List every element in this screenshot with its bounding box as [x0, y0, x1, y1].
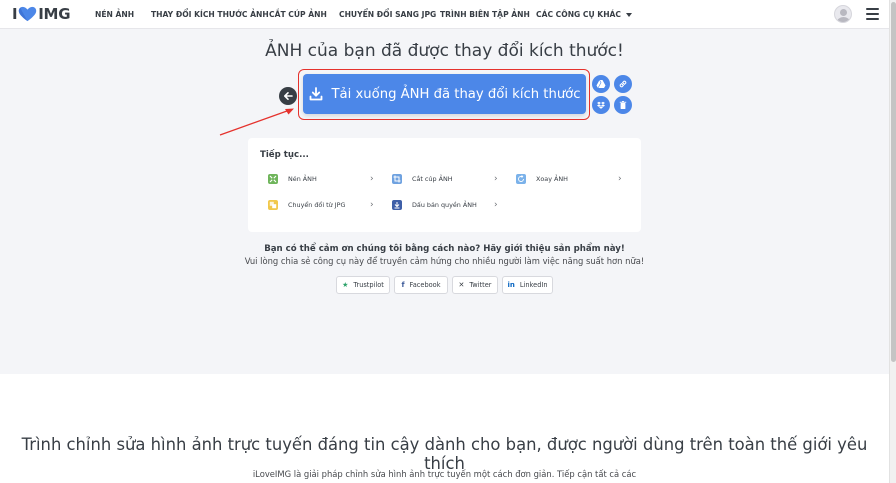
tool-compress[interactable]: Nén ẢNH ›	[268, 171, 378, 187]
iloveimg-logo[interactable]: I IMG	[12, 5, 71, 23]
tool-watermark[interactable]: Dấu bản quyền ẢNH ›	[392, 197, 502, 213]
nav-photo-editor[interactable]: TRÌNH BIÊN TẬP ẢNH	[440, 0, 530, 29]
back-button[interactable]	[279, 87, 297, 105]
scrollbar-thumb[interactable]	[891, 2, 896, 362]
copy-link-button[interactable]	[614, 75, 632, 93]
link-icon	[619, 80, 627, 88]
facebook-icon: f	[401, 281, 405, 289]
page-scrollbar[interactable]	[889, 0, 896, 483]
google-drive-icon	[596, 79, 606, 89]
download-button[interactable]: Tải xuống ẢNH đã thay đổi kích thước	[303, 74, 586, 114]
download-label: Tải xuống ẢNH đã thay đổi kích thước	[331, 86, 581, 102]
nav-more-tools[interactable]: CÁC CÔNG CỤ KHÁC	[536, 0, 632, 29]
delete-button[interactable]	[614, 96, 632, 114]
page-title: ẢNH của bạn đã được thay đổi kích thước!	[265, 41, 624, 61]
trustpilot-star-icon: ★	[342, 281, 349, 289]
trash-icon	[619, 101, 627, 109]
continue-card: Tiếp tục... Nén ẢNH › Cắt cúp ẢNH › Xoay…	[248, 138, 641, 232]
tool-crop[interactable]: Cắt cúp ẢNH ›	[392, 171, 502, 187]
chevron-right-icon: ›	[370, 200, 374, 210]
chevron-right-icon: ›	[494, 200, 498, 210]
rotate-icon	[516, 174, 526, 184]
heart-logo-icon	[19, 6, 37, 22]
crop-icon	[392, 174, 402, 184]
logo-text-right: IMG	[38, 5, 71, 23]
convert-from-jpg-icon	[268, 200, 278, 210]
lower-text: iLoveIMG là giải pháp chỉnh sửa hình ảnh…	[252, 469, 637, 479]
nav-resize[interactable]: THAY ĐỔI KÍCH THƯỚC ẢNH	[151, 0, 269, 29]
continue-title: Tiếp tục...	[260, 150, 309, 160]
lower-title: Trình chỉnh sửa hình ảnh trực tuyến đáng…	[21, 435, 868, 473]
tool-rotate[interactable]: Xoay ẢNH ›	[516, 171, 626, 187]
twitter-button[interactable]: ✕ Twitter	[452, 276, 498, 294]
trustpilot-button[interactable]: ★ Trustpilot	[336, 276, 390, 294]
linkedin-icon: in	[507, 281, 515, 289]
x-twitter-icon: ✕	[458, 281, 465, 289]
top-header: I IMG NÉN ẢNH THAY ĐỔI KÍCH THƯỚC ẢNH CẮ…	[0, 0, 889, 29]
chevron-right-icon: ›	[370, 174, 374, 184]
share-question: Bạn có thể cảm ơn chúng tôi bằng cách nà…	[264, 244, 625, 254]
watermark-icon	[392, 200, 402, 210]
user-avatar-icon[interactable]	[834, 5, 852, 23]
facebook-button[interactable]: f Facebook	[394, 276, 448, 294]
nav-crop[interactable]: CẮT CÚP ẢNH	[269, 0, 327, 29]
save-to-drive-button[interactable]	[592, 75, 610, 93]
share-subtitle: Vui lòng chia sẻ công cụ này để truyền c…	[244, 256, 645, 266]
logo-text-left: I	[12, 5, 18, 23]
save-to-dropbox-button[interactable]	[592, 96, 610, 114]
tool-convert-from-jpg[interactable]: Chuyển đổi từ JPG ›	[268, 197, 378, 213]
compress-icon	[268, 174, 278, 184]
linkedin-button[interactable]: in LinkedIn	[502, 276, 553, 294]
download-icon	[309, 87, 322, 101]
chevron-right-icon: ›	[618, 174, 622, 184]
nav-convert-to-jpg[interactable]: CHUYỂN ĐỔI SANG JPG	[339, 0, 436, 29]
hamburger-menu-icon[interactable]	[866, 8, 879, 20]
dropbox-icon	[597, 101, 605, 109]
arrow-left-icon	[284, 92, 293, 100]
chevron-right-icon: ›	[494, 174, 498, 184]
nav-compress[interactable]: NÉN ẢNH	[95, 0, 134, 29]
caret-down-icon	[626, 12, 632, 17]
